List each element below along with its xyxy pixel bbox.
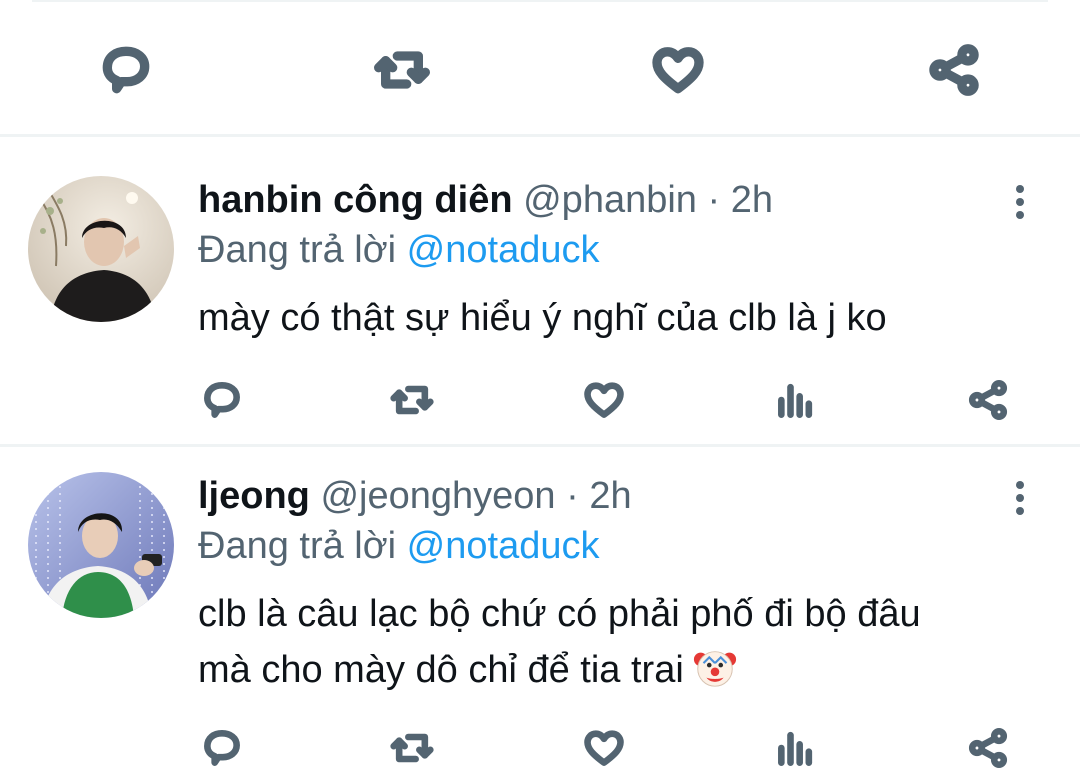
timestamp[interactable]: 2h xyxy=(731,179,773,221)
timestamp[interactable]: 2h xyxy=(589,475,631,517)
replying-to-label: Đang trả lời xyxy=(198,229,397,271)
reply-icon xyxy=(204,382,240,418)
reply-icon xyxy=(204,730,240,766)
like-button[interactable] xyxy=(576,372,632,428)
tweet-text-line: mày có thật sự hiểu ý nghĩ của clb là j … xyxy=(198,297,887,339)
share-button[interactable] xyxy=(960,372,1016,428)
more-options-button[interactable] xyxy=(996,474,1044,522)
replying-to-label: Đang trả lời xyxy=(198,525,397,567)
reply-tweet[interactable]: hanbin công diên @phanbin · 2h Đang trả … xyxy=(0,176,1080,436)
reply-icon xyxy=(102,46,150,94)
share-icon xyxy=(968,380,1008,420)
retweet-icon xyxy=(374,51,430,89)
retweet-button[interactable] xyxy=(384,720,440,776)
share-icon xyxy=(929,44,979,96)
reply-button[interactable] xyxy=(94,38,158,102)
tweet-text-line-with-emoji: mà cho mày dô chỉ để tia trai xyxy=(198,642,1038,698)
tweet-divider xyxy=(0,134,1080,137)
share-icon xyxy=(968,728,1008,768)
replying-to: Đang trả lời @notaduck xyxy=(198,522,599,570)
reply-button[interactable] xyxy=(194,720,250,776)
tweet-text: clb là câu lạc bộ chứ có phải phố đi bộ … xyxy=(198,586,1038,698)
like-icon xyxy=(584,382,624,418)
tweet-text-line: mà cho mày dô chỉ để tia trai xyxy=(198,649,684,691)
like-icon xyxy=(652,47,704,94)
clown-face-emoji-icon xyxy=(693,651,736,687)
display-name[interactable]: hanbin công diên xyxy=(198,179,513,221)
share-button[interactable] xyxy=(960,720,1016,776)
tweet-header: hanbin công diên @phanbin · 2h xyxy=(198,176,773,224)
tweet-actions xyxy=(0,372,1080,428)
handle[interactable]: @jeonghyeon xyxy=(320,475,555,517)
replying-to: Đang trả lời @notaduck xyxy=(198,226,599,274)
like-button[interactable] xyxy=(646,38,710,102)
retweet-button[interactable] xyxy=(384,372,440,428)
avatar[interactable] xyxy=(28,176,174,322)
tweet-text-line: clb là câu lạc bộ chứ có phải phố đi bộ … xyxy=(198,593,921,635)
more-vertical-icon xyxy=(1016,185,1024,219)
more-vertical-icon xyxy=(1016,481,1024,515)
reply-tweet[interactable]: ljeong @jeonghyeon · 2h Đang trả lời @no… xyxy=(0,472,1080,781)
analytics-icon xyxy=(778,383,813,418)
reply-mention-link[interactable]: @notaduck xyxy=(407,525,600,567)
main-tweet-actions xyxy=(0,30,1080,110)
like-icon xyxy=(584,730,624,766)
analytics-button[interactable] xyxy=(768,720,824,776)
tweet-divider xyxy=(0,444,1080,447)
retweet-button[interactable] xyxy=(370,38,434,102)
tweet-text: mày có thật sự hiểu ý nghĩ của clb là j … xyxy=(198,290,1038,346)
display-name[interactable]: ljeong xyxy=(198,475,310,517)
retweet-icon xyxy=(390,385,434,415)
separator: · xyxy=(566,475,579,517)
more-options-button[interactable] xyxy=(996,178,1044,226)
analytics-button[interactable] xyxy=(768,372,824,428)
reply-mention-link[interactable]: @notaduck xyxy=(407,229,600,271)
analytics-icon xyxy=(778,731,813,766)
handle[interactable]: @phanbin xyxy=(523,179,697,221)
retweet-icon xyxy=(390,733,434,763)
tweet-actions xyxy=(0,720,1080,776)
avatar[interactable] xyxy=(28,472,174,618)
separator: · xyxy=(707,179,721,221)
like-button[interactable] xyxy=(576,720,632,776)
share-button[interactable] xyxy=(922,38,986,102)
top-divider xyxy=(32,0,1048,2)
tweet-header: ljeong @jeonghyeon · 2h xyxy=(198,472,632,520)
reply-button[interactable] xyxy=(194,372,250,428)
